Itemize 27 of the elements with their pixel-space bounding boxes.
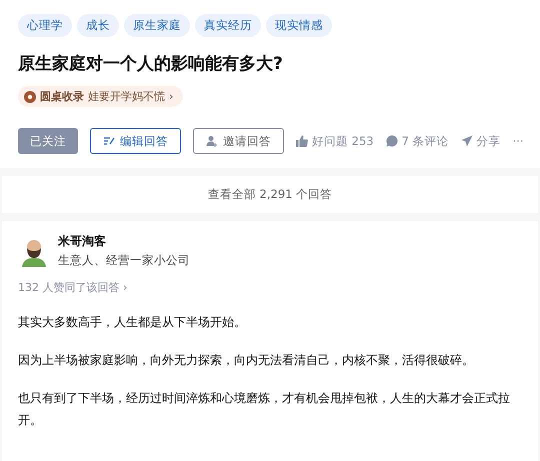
question-title: 原生家庭对一个人的影响能有多大? — [18, 53, 284, 76]
roundtable-badge[interactable]: 圆桌收录 娃要开学妈不慌 › — [18, 86, 184, 107]
paper-plane-icon — [460, 135, 473, 147]
author-bio: 生意人、经营一家小公司 — [58, 253, 190, 268]
thumbs-up-icon — [296, 135, 308, 147]
topic-tag[interactable]: 现实情感 — [266, 14, 332, 37]
person-add-icon — [206, 135, 218, 147]
more-button[interactable]: ··· — [512, 134, 524, 148]
answer-paragraph: 其实大多数高手，人生都是从下半场开始。 — [18, 314, 247, 331]
invite-answer-button[interactable]: 邀请回答 — [193, 128, 284, 154]
topic-tag[interactable]: 原生家庭 — [124, 14, 190, 37]
topic-tag[interactable]: 真实经历 — [195, 14, 261, 37]
speech-bubble-icon — [386, 135, 398, 147]
topic-tag[interactable]: 心理学 — [18, 14, 72, 37]
author-name[interactable]: 米哥淘客 — [58, 233, 190, 250]
follow-button[interactable]: 已关注 — [18, 128, 78, 154]
roundtable-icon — [24, 90, 36, 102]
edit-icon — [103, 135, 115, 147]
view-all-answers-link[interactable]: 查看全部 2,291 个回答 — [2, 176, 538, 213]
answer-paragraph: 也只有到了下半场，经历过时间淬炼和心境磨炼，才有机会甩掉包袱，人生的大幕才会正式拉开。 — [18, 390, 511, 429]
answer-paragraph: 因为上半场被家庭影响，向外无力探索，向内无法看清自己，内核不聚，活得很破碎。 — [18, 352, 475, 369]
comments-button[interactable]: 7 条评论 — [386, 134, 449, 148]
good-question-button[interactable]: 好问题 253 — [296, 134, 374, 148]
topic-tag[interactable]: 成长 — [77, 14, 119, 37]
upvote-count-link[interactable]: 132 人赞同了该回答 › — [18, 280, 522, 295]
edit-answer-button[interactable]: 编辑回答 — [90, 128, 181, 154]
share-button[interactable]: 分享 — [460, 134, 501, 148]
